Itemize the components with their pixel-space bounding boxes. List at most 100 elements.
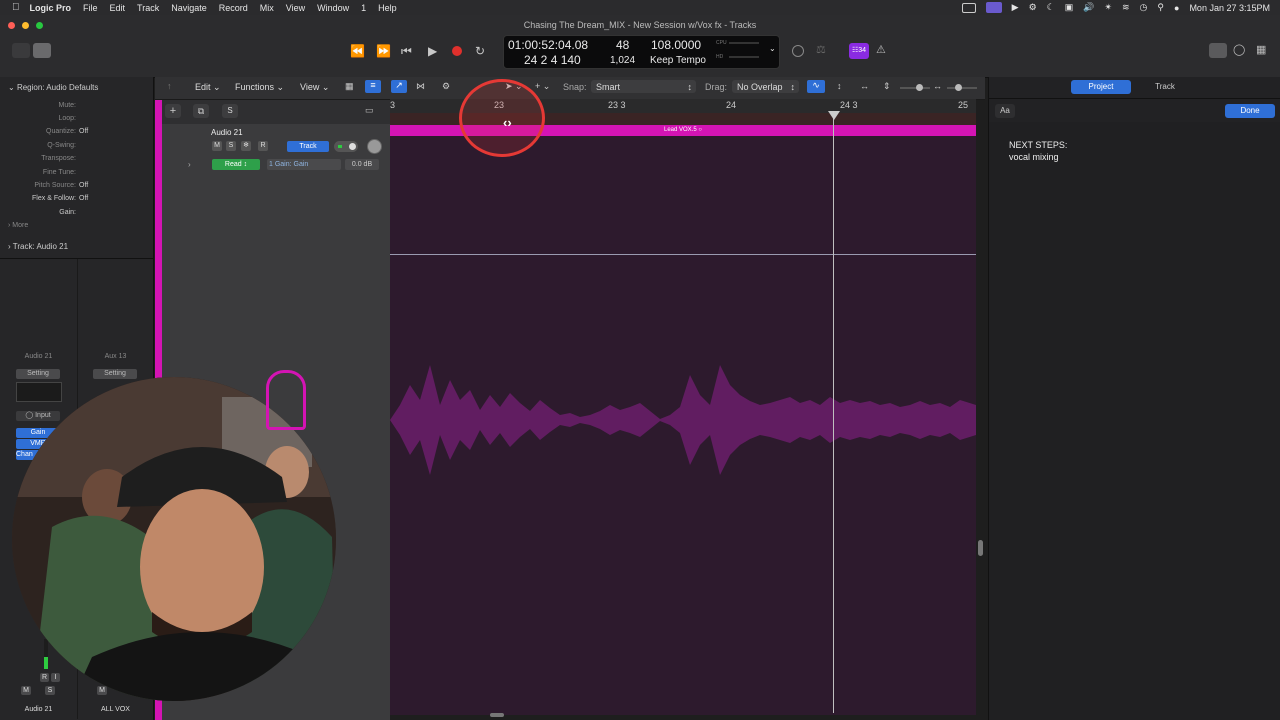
- track-name[interactable]: Audio 21: [211, 128, 243, 137]
- screen-mirror-icon[interactable]: [985, 2, 1002, 13]
- track-inspector-header[interactable]: › Track: Audio 21: [8, 242, 68, 251]
- horizontal-scrollbar[interactable]: [490, 713, 504, 717]
- user-icon[interactable]: ●: [1174, 3, 1179, 13]
- tab-track[interactable]: Track: [1135, 80, 1195, 94]
- automation-value[interactable]: 0.0 dB: [345, 159, 379, 170]
- notes-button[interactable]: [1209, 43, 1227, 58]
- gear-icon[interactable]: ⚙: [1029, 2, 1037, 13]
- tab-project[interactable]: Project: [1071, 80, 1131, 94]
- strip1-record-button[interactable]: R: [40, 673, 49, 682]
- screen-record-icon[interactable]: [961, 2, 976, 13]
- duplicate-track-button[interactable]: ⧉: [193, 104, 209, 118]
- menu-1[interactable]: 1: [361, 3, 366, 13]
- fast-forward-icon[interactable]: ⏩: [376, 44, 391, 58]
- menu-navigate[interactable]: Navigate: [171, 3, 207, 13]
- menu-view[interactable]: View: [286, 3, 305, 13]
- track-automation-button[interactable]: Track: [287, 141, 329, 152]
- library-button[interactable]: [12, 43, 30, 58]
- track-mute-button[interactable]: M: [212, 141, 222, 151]
- global-tracks-toggle-icon[interactable]: ▭: [365, 105, 374, 116]
- play-circle-icon[interactable]: ▶: [1012, 2, 1019, 13]
- bluetooth-icon[interactable]: ✴: [1104, 2, 1112, 13]
- automation-parameter[interactable]: 1 Gain: Gain: [267, 159, 341, 170]
- menu-help[interactable]: Help: [378, 3, 397, 13]
- horizontal-zoom-slider[interactable]: [947, 84, 977, 91]
- region-inspector-header[interactable]: ⌄ Region: Audio Defaults: [8, 83, 98, 92]
- playhead[interactable]: [833, 113, 834, 713]
- search-icon[interactable]: ⚲: [1157, 2, 1164, 13]
- strip1-input-slot[interactable]: ◯ Input: [16, 411, 60, 421]
- datetime[interactable]: Mon Jan 27 3:15PM: [1189, 3, 1270, 13]
- clock-icon[interactable]: ◷: [1140, 2, 1148, 13]
- automation-icon[interactable]: ↗: [391, 80, 407, 93]
- volume-icon[interactable]: 🔊: [1083, 2, 1094, 13]
- moon-icon[interactable]: ☾: [1047, 2, 1055, 13]
- tuner-icon[interactable]: [792, 45, 804, 57]
- waveform-zoom-icon[interactable]: ∿: [807, 80, 825, 93]
- flex-icon[interactable]: ⋈: [416, 81, 425, 92]
- track-solo-button[interactable]: S: [226, 141, 236, 151]
- go-to-start-icon[interactable]: ⏮: [401, 44, 412, 59]
- vertical-zoom-slider[interactable]: [900, 84, 930, 91]
- warning-icon[interactable]: ⚠: [876, 43, 886, 56]
- strip1-solo-button[interactable]: S: [45, 686, 55, 695]
- catch-icon[interactable]: ⚙: [442, 81, 450, 92]
- strip2-setting-button[interactable]: Setting: [93, 369, 137, 379]
- volume-knob[interactable]: [367, 139, 382, 154]
- menu-mix[interactable]: Mix: [260, 3, 274, 13]
- grid-view-icon[interactable]: ▦: [345, 81, 354, 92]
- more-toggle[interactable]: › More: [8, 222, 28, 229]
- horizontal-fit-icon[interactable]: ↔: [860, 81, 869, 91]
- control-center-icon[interactable]: ▣: [1065, 2, 1074, 13]
- menu-file[interactable]: File: [83, 3, 98, 13]
- menu-record[interactable]: Record: [219, 3, 248, 13]
- menu-edit[interactable]: Edit: [110, 3, 126, 13]
- secondary-tool-icon[interactable]: + ⌄: [535, 81, 550, 92]
- menu-track[interactable]: Track: [137, 3, 159, 13]
- vertical-scrollbar[interactable]: [978, 540, 983, 556]
- track-lane[interactable]: [390, 125, 976, 715]
- functions-menu[interactable]: Functions ⌄: [235, 82, 284, 93]
- drag-dropdown[interactable]: No Overlap ↕: [732, 80, 799, 93]
- font-button[interactable]: Aa: [995, 104, 1015, 118]
- lcd-display[interactable]: 01:00:52:04.08 24 2 4 140 48 1,024 108.0…: [503, 35, 780, 69]
- rewind-icon[interactable]: ⏪: [350, 44, 365, 58]
- play-icon[interactable]: ▶: [428, 44, 437, 58]
- freeze-icon[interactable]: ❄: [241, 141, 251, 151]
- list-view-icon[interactable]: ≡: [365, 80, 381, 93]
- snap-dropdown[interactable]: Smart ↕: [591, 80, 696, 93]
- notes-line-1: NEXT STEPS:: [1009, 140, 1068, 150]
- global-solo-button[interactable]: S: [222, 104, 238, 118]
- playhead-handle[interactable]: [828, 111, 840, 120]
- metronome-icon[interactable]: ⚖: [816, 43, 826, 56]
- wifi-icon[interactable]: ≋: [1122, 2, 1130, 13]
- apple-menu-icon[interactable]: : [12, 2, 20, 13]
- menu-window[interactable]: Window: [317, 3, 349, 13]
- strip1-mute-button[interactable]: M: [21, 686, 31, 695]
- loops-icon[interactable]: ◯: [1233, 43, 1245, 56]
- edit-menu[interactable]: Edit ⌄: [195, 82, 221, 93]
- track-on-toggle[interactable]: [334, 141, 358, 152]
- horizontal-zoom-icon[interactable]: ↔: [933, 81, 942, 91]
- strip1-setting-button[interactable]: Setting: [16, 369, 60, 379]
- automation-disclosure-icon[interactable]: ›: [188, 160, 191, 169]
- vertical-zoom-icon[interactable]: ↕: [837, 81, 842, 91]
- track-height-icon[interactable]: ⇕: [883, 81, 891, 92]
- inspector-button[interactable]: [33, 43, 51, 58]
- strip1-eq-thumbnail[interactable]: [16, 382, 62, 402]
- record-icon[interactable]: [452, 46, 462, 56]
- cycle-icon[interactable]: ↻: [475, 44, 485, 58]
- strip1-input-monitor-button[interactable]: I: [51, 673, 60, 682]
- app-menu[interactable]: Logic Pro: [30, 3, 72, 13]
- track-record-button[interactable]: R: [258, 141, 268, 151]
- done-button[interactable]: Done: [1225, 104, 1275, 118]
- view-menu[interactable]: View ⌄: [300, 82, 329, 93]
- back-arrow-icon[interactable]: ↑: [167, 81, 172, 91]
- add-track-button[interactable]: +: [165, 104, 181, 118]
- browser-icon[interactable]: ▦: [1256, 43, 1266, 56]
- notes-body[interactable]: NEXT STEPS: vocal mixing: [989, 122, 1280, 720]
- count-in-badge[interactable]: ☷34: [849, 43, 869, 59]
- automation-mode-read[interactable]: Read ↕: [212, 159, 260, 170]
- strip2-mute-button[interactable]: M: [97, 686, 107, 695]
- ruler-tick: 25: [958, 100, 969, 110]
